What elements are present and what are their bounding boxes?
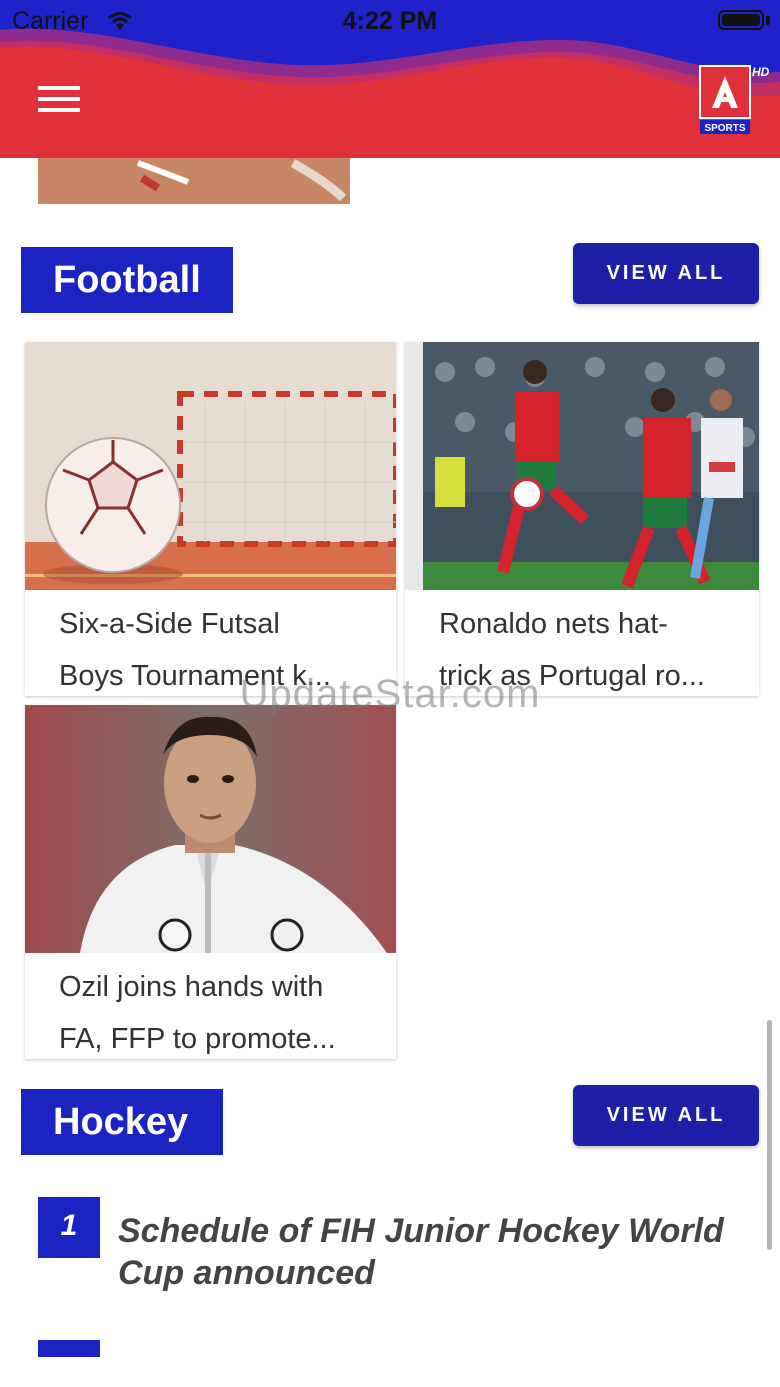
article-card[interactable]: Six-a-Side Futsal Boys Tournament k... (25, 342, 396, 696)
hockey-view-all-button[interactable]: VIEW ALL (573, 1085, 759, 1146)
hockey-headline[interactable]: Schedule of FIH Junior Hockey World Cup … (118, 1210, 738, 1294)
previous-article-image[interactable] (38, 158, 350, 204)
futsal-ball-image (25, 342, 396, 590)
hockey-section-title: Hockey (21, 1089, 223, 1155)
football-section-title: Football (21, 247, 233, 313)
article-card[interactable]: Ozil joins hands with FA, FFP to promote… (25, 705, 396, 1059)
ronaldo-match-image (405, 342, 759, 590)
status-bar: Carrier 4:22 PM (0, 0, 780, 44)
article-card[interactable]: Ronaldo nets hat- trick as Portugal ro..… (405, 342, 759, 696)
battery-tip (766, 16, 770, 25)
hamburger-menu-icon[interactable] (38, 86, 80, 116)
rank-badge: 2 (38, 1340, 100, 1357)
battery-icon (718, 10, 764, 30)
football-view-all-button[interactable]: VIEW ALL (573, 243, 759, 304)
scrollbar[interactable] (767, 1020, 772, 1250)
app-header: Carrier 4:22 PM SPORTS HD (0, 0, 780, 158)
a-sports-logo[interactable]: SPORTS HD (698, 64, 774, 138)
rank-badge: 1 (38, 1197, 100, 1258)
logo-badge: HD (752, 65, 770, 79)
status-time: 4:22 PM (342, 7, 438, 35)
logo-caption: SPORTS (704, 123, 745, 134)
watermark-text: UpdateStar.com (239, 672, 541, 716)
ozil-portrait-image (25, 705, 396, 953)
article-card-title: Ozil joins hands with FA, FFP to promote… (59, 971, 336, 1055)
